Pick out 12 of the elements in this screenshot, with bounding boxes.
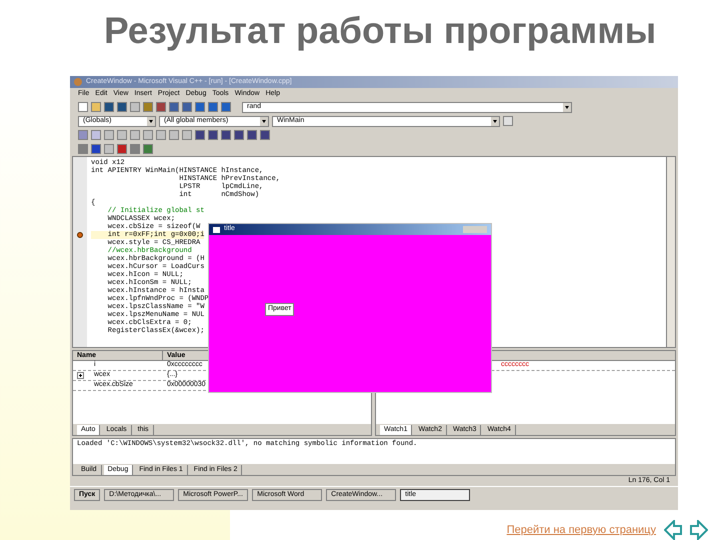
window-icon [213, 226, 220, 232]
caret-icon [260, 116, 268, 126]
toolbar-icon[interactable] [503, 116, 513, 126]
app-icon [74, 78, 82, 86]
vertical-scrollbar[interactable] [666, 157, 675, 347]
caret-icon [147, 116, 155, 126]
slide-title: Результат работы программы [104, 9, 658, 53]
caret-icon [491, 116, 499, 126]
expand-icon[interactable] [77, 372, 84, 379]
caret-icon [563, 102, 571, 112]
back-arrow-icon[interactable] [664, 520, 682, 540]
forward-arrow-icon[interactable] [690, 520, 708, 540]
